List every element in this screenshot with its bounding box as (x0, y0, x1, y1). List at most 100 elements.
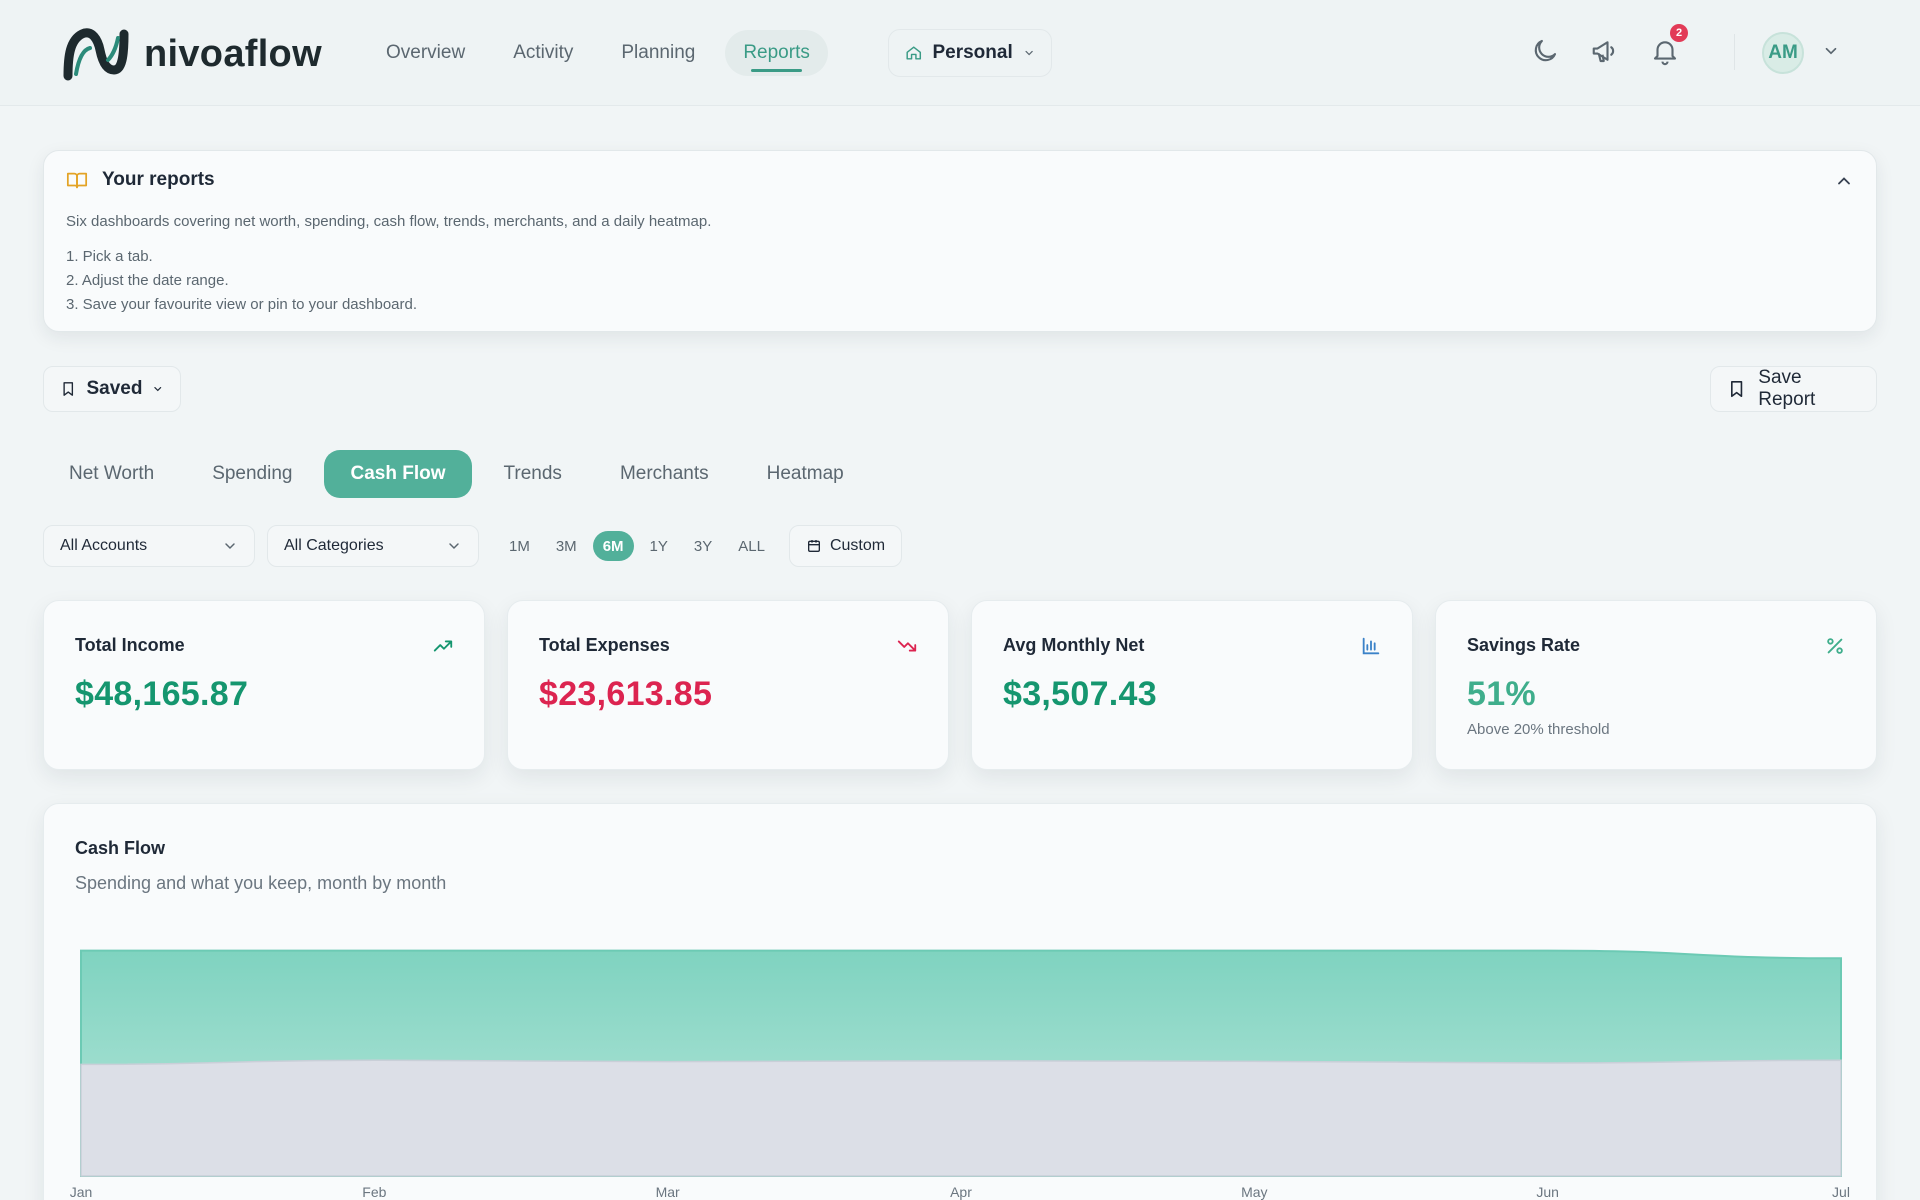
notification-badge: 2 (1670, 24, 1688, 42)
avatar[interactable]: AM (1762, 32, 1804, 74)
home-icon (906, 46, 922, 60)
kpi-label: Savings Rate (1467, 635, 1581, 655)
account-menu-chevron-icon[interactable] (1822, 42, 1840, 60)
tab-label: Spending (212, 463, 293, 484)
kpi-card-total-expenses: Total Expenses $23,613.85 (507, 600, 949, 770)
x-tick-label: Jan (70, 1184, 93, 1200)
x-tick-label: Jul (1832, 1184, 1850, 1200)
save-report-button[interactable]: Save Report (1710, 366, 1877, 412)
book-open-icon (66, 172, 88, 189)
brand-name: nivoaflow (144, 32, 322, 75)
kpi-value: 51% (1467, 675, 1536, 713)
range-3m[interactable]: 3M (546, 531, 587, 561)
custom-range-button[interactable]: Custom (788, 525, 903, 567)
tab-label: Cash Flow (350, 463, 446, 484)
collapse-chevron-up-icon[interactable] (1834, 171, 1854, 191)
accounts-select[interactable]: All Accounts (43, 525, 255, 567)
tab-label: Net Worth (69, 463, 155, 484)
tab-trends[interactable]: Trends (478, 450, 588, 498)
x-tick-label: May (1241, 1184, 1267, 1200)
calendar-icon (807, 540, 820, 552)
accounts-select-value: All Accounts (60, 537, 148, 554)
nav-activity-label: Activity (513, 42, 574, 63)
tab-cash-flow[interactable]: Cash Flow (324, 450, 472, 498)
moon-icon (1534, 39, 1557, 62)
logo-mark-icon (63, 28, 129, 81)
nav-reports[interactable]: Reports (725, 30, 828, 76)
range-3y[interactable]: 3Y (684, 531, 722, 561)
kpi-label: Total Income (75, 635, 185, 655)
trending-down-icon (897, 640, 917, 652)
nav-planning[interactable]: Planning (603, 30, 713, 76)
announcements-button[interactable] (1590, 36, 1620, 66)
chevron-down-icon (1025, 50, 1033, 56)
workspace-select[interactable]: Personal (888, 29, 1052, 77)
avatar-initials: AM (1768, 42, 1798, 63)
saved-reports-dropdown[interactable]: Saved (43, 366, 181, 412)
kpi-card-avg-monthly-net: Avg Monthly Net $3,507.43 (971, 600, 1413, 770)
expense-area (80, 1059, 1842, 1177)
theme-toggle-button[interactable] (1530, 36, 1560, 66)
tab-label: Trends (503, 463, 562, 484)
kpi-card-total-income: Total Income $48,165.87 (43, 600, 485, 770)
info-step: 3. Save your favourite view or pin to yo… (66, 296, 418, 313)
range-label: 1M (509, 537, 530, 555)
tab-label: Merchants (619, 463, 709, 484)
range-label: 3Y (693, 537, 713, 555)
tab-net-worth[interactable]: Net Worth (43, 450, 180, 498)
nav-planning-label: Planning (621, 42, 696, 63)
x-tick-label: Mar (656, 1184, 680, 1200)
tab-heatmap[interactable]: Heatmap (741, 450, 870, 498)
range-all[interactable]: ALL (728, 531, 775, 561)
range-1y[interactable]: 1Y (640, 531, 678, 561)
chevron-down-icon (449, 543, 459, 550)
range-label: ALL (738, 537, 765, 555)
x-tick-label: Jun (1536, 1184, 1559, 1200)
custom-range-label: Custom (829, 537, 886, 554)
kpi-value: $48,165.87 (75, 675, 249, 713)
filter-bar: All Accounts All Categories 1M 3M 6M 1Y … (43, 525, 903, 567)
kpi-card-savings-rate: Savings Rate 51% Above 20% threshold (1435, 600, 1877, 770)
info-step: 2. Adjust the date range. (66, 272, 229, 289)
report-tabs: Net Worth Spending Cash Flow Trends Merc… (43, 450, 876, 498)
tab-label: Heatmap (766, 463, 844, 484)
brand-logo[interactable]: nivoaflow (62, 26, 322, 82)
bookmark-icon (1731, 380, 1743, 398)
notifications-button[interactable]: 2 (1650, 24, 1688, 66)
x-tick-label: Feb (362, 1184, 386, 1200)
saved-label: Saved (86, 378, 143, 399)
chevron-down-icon (225, 543, 235, 550)
workspace-label: Personal (932, 42, 1013, 63)
x-axis-ticks: Jan Feb Mar Apr May Jun Jul (70, 1184, 1850, 1200)
range-label: 6M (602, 537, 624, 555)
nav-overview[interactable]: Overview (368, 30, 483, 76)
top-bar: nivoaflow Overview Activity Planning Rep… (0, 0, 1920, 106)
chevron-down-icon (154, 386, 162, 392)
kpi-label: Total Expenses (539, 635, 670, 655)
tab-merchants[interactable]: Merchants (594, 450, 735, 498)
kpi-label: Avg Monthly Net (1003, 635, 1145, 655)
range-6m[interactable]: 6M (592, 531, 634, 561)
percent-icon (1827, 638, 1843, 654)
kpi-value: $23,613.85 (539, 675, 713, 713)
cash-flow-chart: Jan Feb Mar Apr May Jun Jul (70, 949, 1850, 1200)
trending-up-icon (433, 640, 453, 652)
megaphone-icon (1592, 41, 1615, 63)
main-nav: Overview Activity Planning Reports (368, 30, 840, 76)
info-description: Six dashboards covering net worth, spend… (66, 213, 712, 230)
range-label: 1Y (649, 537, 668, 555)
x-tick-label: Apr (950, 1184, 972, 1200)
nav-activity[interactable]: Activity (495, 30, 591, 76)
tab-spending[interactable]: Spending (186, 450, 318, 498)
info-title: Your reports (102, 169, 215, 190)
nav-reports-label: Reports (743, 42, 810, 63)
header-divider (1734, 34, 1735, 70)
reports-info-panel: Your reports Six dashboards covering net… (43, 150, 1877, 332)
range-1m[interactable]: 1M (499, 531, 540, 561)
categories-select[interactable]: All Categories (267, 525, 479, 567)
nav-overview-label: Overview (386, 42, 466, 63)
bookmark-icon (63, 382, 74, 396)
info-step: 1. Pick a tab. (66, 248, 153, 265)
bar-chart-icon (1362, 637, 1380, 655)
kpi-subtext: Above 20% threshold (1467, 721, 1610, 738)
